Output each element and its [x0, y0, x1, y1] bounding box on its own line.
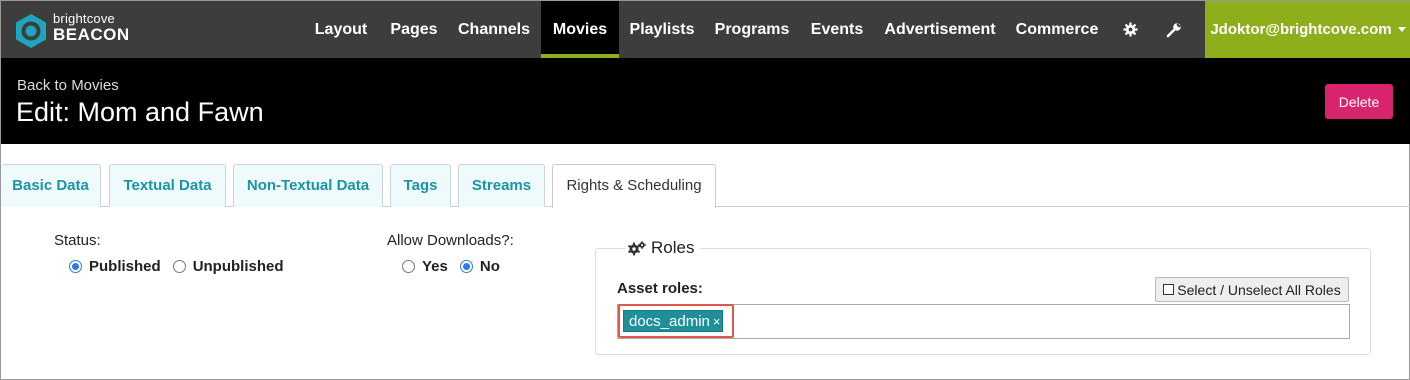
nav-item-pages[interactable]: Pages [381, 1, 447, 58]
select-unselect-all-roles-button[interactable]: Select / Unselect All Roles [1155, 277, 1349, 302]
page-title: Edit: Mom and Fawn [16, 97, 264, 127]
downloads-radio-group: Yes No [402, 258, 512, 275]
page-header: Back to Movies Edit: Mom and Fawn Delete [1, 58, 1410, 144]
checkbox-icon [1163, 284, 1175, 295]
remove-role-icon[interactable]: × [713, 314, 721, 329]
tab-textual-data[interactable]: Textual Data [109, 164, 226, 207]
select-all-label: Select / Unselect All Roles [1177, 281, 1341, 298]
gears-icon [627, 241, 646, 256]
user-menu[interactable]: Jdoktor@brightcove.com [1205, 1, 1410, 58]
yes-radio[interactable] [402, 260, 415, 273]
wrench-icon [1166, 22, 1181, 37]
nav-item-programs[interactable]: Programs [709, 1, 795, 58]
tab-rights-scheduling[interactable]: Rights & Scheduling [552, 164, 716, 208]
tools-button[interactable] [1159, 1, 1189, 58]
yes-label: Yes [422, 258, 448, 275]
user-email: Jdoktor@brightcove.com [1210, 21, 1392, 38]
back-to-movies-link[interactable]: Back to Movies [17, 77, 119, 94]
published-radio[interactable] [69, 260, 82, 273]
downloads-no-option[interactable]: No [459, 258, 500, 275]
nav-item-channels[interactable]: Channels [451, 1, 537, 58]
roles-legend: Roles [625, 238, 701, 258]
nav-item-playlists[interactable]: Playlists [623, 1, 701, 58]
published-label: Published [89, 258, 161, 275]
status-label: Status: [54, 232, 101, 249]
status-published-option[interactable]: Published [69, 258, 161, 275]
unpublished-radio[interactable] [172, 260, 186, 273]
brand-name-big: BEACON [53, 25, 130, 44]
role-chip-label: docs_admin [629, 312, 710, 330]
top-navbar: brightcove BEACON Layout Pages Channels … [1, 1, 1410, 58]
edit-tabs: Basic Data Textual Data Non-Textual Data… [1, 144, 1410, 208]
status-radio-group: Published Unpublished [69, 258, 296, 275]
downloads-yes-option[interactable]: Yes [402, 258, 448, 275]
nav-item-layout[interactable]: Layout [305, 1, 377, 58]
unpublished-label: Unpublished [192, 258, 284, 275]
brand-name-small: brightcove [53, 11, 115, 26]
allow-downloads-label: Allow Downloads?: [387, 232, 514, 249]
nav-item-movies[interactable]: Movies [541, 1, 619, 58]
roles-legend-label: Roles [651, 238, 695, 257]
no-label: No [479, 258, 500, 275]
settings-button[interactable] [1115, 1, 1145, 58]
tab-tags[interactable]: Tags [390, 164, 451, 207]
role-chip-docs-admin: docs_admin × [623, 310, 723, 332]
brightcove-beacon-logo[interactable]: brightcove BEACON [13, 9, 153, 49]
nav-item-events[interactable]: Events [807, 1, 867, 58]
beacon-logo-icon [16, 14, 46, 48]
no-radio[interactable] [459, 260, 473, 273]
tab-streams[interactable]: Streams [458, 164, 545, 207]
nav-item-advertisement[interactable]: Advertisement [881, 1, 999, 58]
delete-button[interactable]: Delete [1325, 84, 1393, 119]
caret-down-icon [1397, 27, 1406, 32]
status-unpublished-option[interactable]: Unpublished [172, 258, 284, 275]
nav-item-commerce[interactable]: Commerce [1013, 1, 1101, 58]
tab-non-textual-data[interactable]: Non-Textual Data [233, 164, 383, 207]
asset-roles-label: Asset roles: [617, 280, 703, 297]
gear-icon [1122, 22, 1138, 37]
tab-basic-data[interactable]: Basic Data [1, 164, 101, 207]
